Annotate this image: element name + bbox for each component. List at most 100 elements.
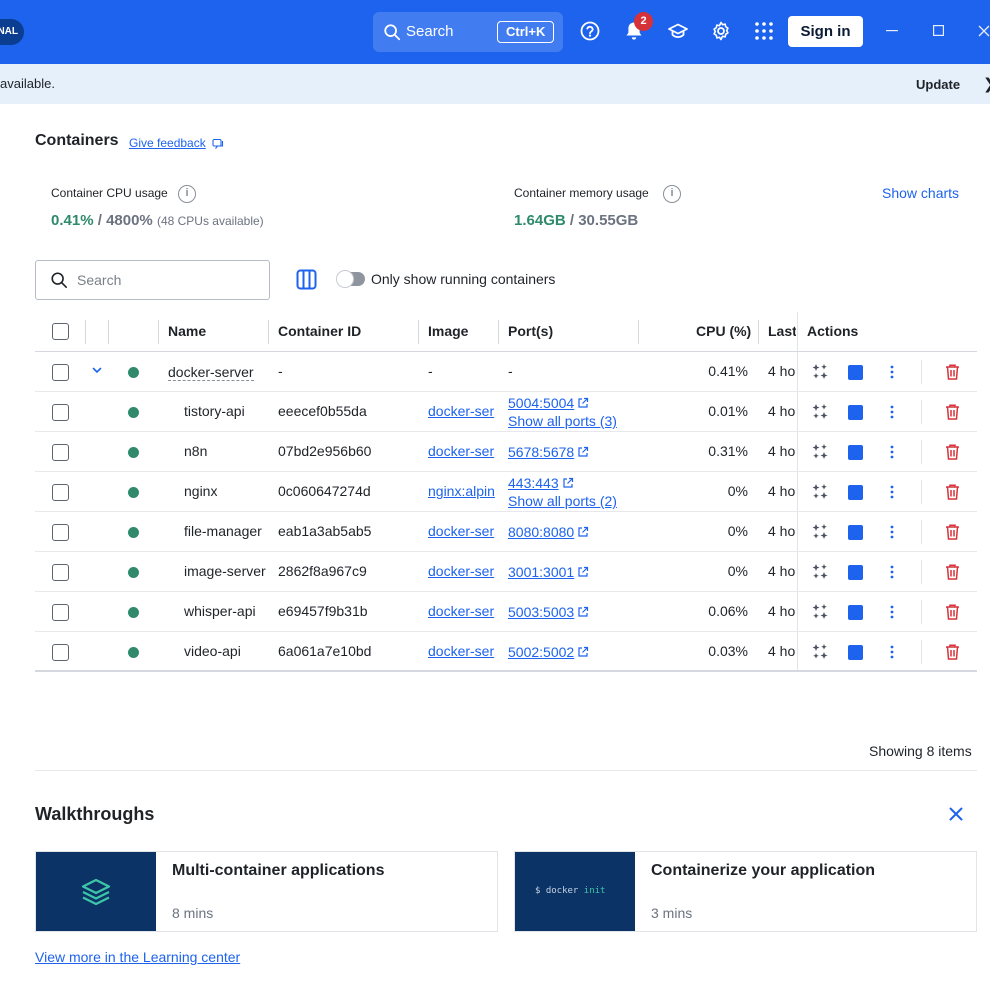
more-vertical-icon[interactable] (884, 604, 900, 620)
table-row[interactable]: n8n 07bd2e956b60 docker-ser 5678:5678 0.31% 4… (35, 432, 977, 472)
trash-icon[interactable] (944, 403, 961, 421)
sparkle-icon[interactable] (811, 483, 829, 501)
sparkle-icon[interactable] (811, 403, 829, 421)
apps-grid-icon[interactable] (753, 20, 775, 42)
external-link-icon[interactable] (577, 606, 589, 618)
stop-button[interactable] (848, 445, 863, 460)
external-link-icon[interactable] (577, 397, 589, 409)
gear-icon[interactable] (710, 20, 732, 42)
more-vertical-icon[interactable] (884, 644, 900, 660)
learning-center-link[interactable]: View more in the Learning center (35, 949, 240, 965)
container-image-link[interactable]: docker-ser (428, 603, 498, 619)
help-icon[interactable] (579, 20, 601, 42)
port-link[interactable]: 3001:3001 (508, 564, 574, 580)
close-window-icon[interactable] (978, 25, 990, 37)
chevron-down-icon[interactable] (91, 364, 103, 376)
row-checkbox[interactable] (52, 404, 69, 421)
container-name[interactable]: whisper-api (184, 603, 256, 619)
container-name[interactable]: tistory-api (184, 403, 245, 419)
stop-button[interactable] (848, 405, 863, 420)
sparkle-icon[interactable] (811, 443, 829, 461)
container-name[interactable]: nginx (184, 483, 217, 499)
sparkle-icon[interactable] (811, 563, 829, 581)
external-link-icon[interactable] (577, 566, 589, 578)
walkthrough-card-containerize[interactable]: $ docker init Containerize your applicat… (514, 851, 977, 932)
row-checkbox[interactable] (52, 604, 69, 621)
table-row[interactable]: nginx 0c060647274d nginx:alpin 443:443 Show … (35, 472, 977, 512)
external-link-icon[interactable] (562, 477, 574, 489)
port-link[interactable]: 8080:8080 (508, 524, 574, 540)
col-last-started[interactable]: Last (768, 323, 796, 339)
row-checkbox[interactable] (52, 484, 69, 501)
stop-button[interactable] (848, 645, 863, 660)
update-button[interactable]: Update (916, 77, 960, 92)
port-link[interactable]: 443:443 (508, 475, 559, 491)
more-vertical-icon[interactable] (884, 524, 900, 540)
trash-icon[interactable] (944, 443, 961, 461)
table-row[interactable]: image-server 2862f8a967c9 docker-ser 3001:3… (35, 552, 977, 592)
row-checkbox[interactable] (52, 364, 69, 381)
external-link-icon[interactable] (577, 646, 589, 658)
external-link-icon[interactable] (577, 526, 589, 538)
stop-button[interactable] (848, 485, 863, 500)
cpu-info-icon[interactable]: i (178, 185, 196, 203)
col-ports[interactable]: Port(s) (508, 323, 553, 339)
sparkle-icon[interactable] (811, 523, 829, 541)
trash-icon[interactable] (944, 483, 961, 501)
row-checkbox[interactable] (52, 644, 69, 661)
col-cpu[interactable]: CPU (%) (696, 323, 751, 339)
minimize-icon[interactable] (886, 30, 898, 32)
show-charts-link[interactable]: Show charts (882, 185, 959, 201)
sparkle-icon[interactable] (811, 643, 829, 661)
table-row[interactable]: file-manager eab1a3ab5ab5 docker-ser 8080:8… (35, 512, 977, 552)
table-row[interactable]: video-api 6a061a7e10bd docker-ser 5002:5002… (35, 632, 977, 672)
columns-icon[interactable] (296, 269, 317, 290)
port-link[interactable]: 5004:5004 (508, 395, 574, 411)
container-name[interactable]: video-api (184, 643, 241, 659)
col-container-id[interactable]: Container ID (278, 323, 361, 339)
trash-icon[interactable] (944, 363, 961, 381)
container-image-link[interactable]: docker-ser (428, 523, 498, 539)
trash-icon[interactable] (944, 643, 961, 661)
running-only-toggle[interactable] (336, 270, 365, 288)
trash-icon[interactable] (944, 563, 961, 581)
stop-button[interactable] (848, 605, 863, 620)
trash-icon[interactable] (944, 603, 961, 621)
table-row[interactable]: whisper-api e69457f9b31b docker-ser 5003:50… (35, 592, 977, 632)
table-row[interactable]: tistory-api eeecef0b55da docker-ser 5004:50… (35, 392, 977, 432)
give-feedback-link[interactable]: Give feedback (129, 136, 206, 150)
memory-info-icon[interactable]: i (663, 185, 681, 203)
trash-icon[interactable] (944, 523, 961, 541)
container-name[interactable]: image-server (184, 563, 266, 579)
container-image-link[interactable]: docker-ser (428, 443, 498, 459)
sign-in-button[interactable]: Sign in (788, 16, 863, 47)
container-name[interactable]: file-manager (184, 523, 262, 539)
container-search-input[interactable]: Search (35, 260, 270, 300)
sparkle-icon[interactable] (811, 603, 829, 621)
sparkle-icon[interactable] (811, 363, 829, 381)
select-all-checkbox[interactable] (52, 323, 69, 340)
show-all-ports-link[interactable]: Show all ports (2) (508, 493, 617, 509)
show-all-ports-link[interactable]: Show all ports (3) (508, 413, 617, 429)
more-vertical-icon[interactable] (884, 484, 900, 500)
row-checkbox[interactable] (52, 444, 69, 461)
more-vertical-icon[interactable] (884, 364, 900, 380)
banner-chevron-icon[interactable]: ❯ (983, 75, 990, 93)
port-link[interactable]: 5002:5002 (508, 644, 574, 660)
more-vertical-icon[interactable] (884, 444, 900, 460)
more-vertical-icon[interactable] (884, 564, 900, 580)
row-checkbox[interactable] (52, 564, 69, 581)
graduation-cap-icon[interactable] (667, 20, 689, 42)
stop-button[interactable] (848, 525, 863, 540)
more-vertical-icon[interactable] (884, 404, 900, 420)
feedback-icon[interactable] (212, 138, 224, 150)
port-link[interactable]: 5678:5678 (508, 444, 574, 460)
col-image[interactable]: Image (428, 323, 468, 339)
global-search-button[interactable]: Search Ctrl+K (373, 12, 563, 52)
plan-badge[interactable]: NAL (0, 19, 24, 45)
walkthrough-card-multi-container[interactable]: Multi-container applications 8 mins (35, 851, 498, 932)
external-link-icon[interactable] (577, 446, 589, 458)
row-checkbox[interactable] (52, 524, 69, 541)
container-image-link[interactable]: docker-ser (428, 563, 498, 579)
container-name[interactable]: n8n (184, 443, 207, 459)
